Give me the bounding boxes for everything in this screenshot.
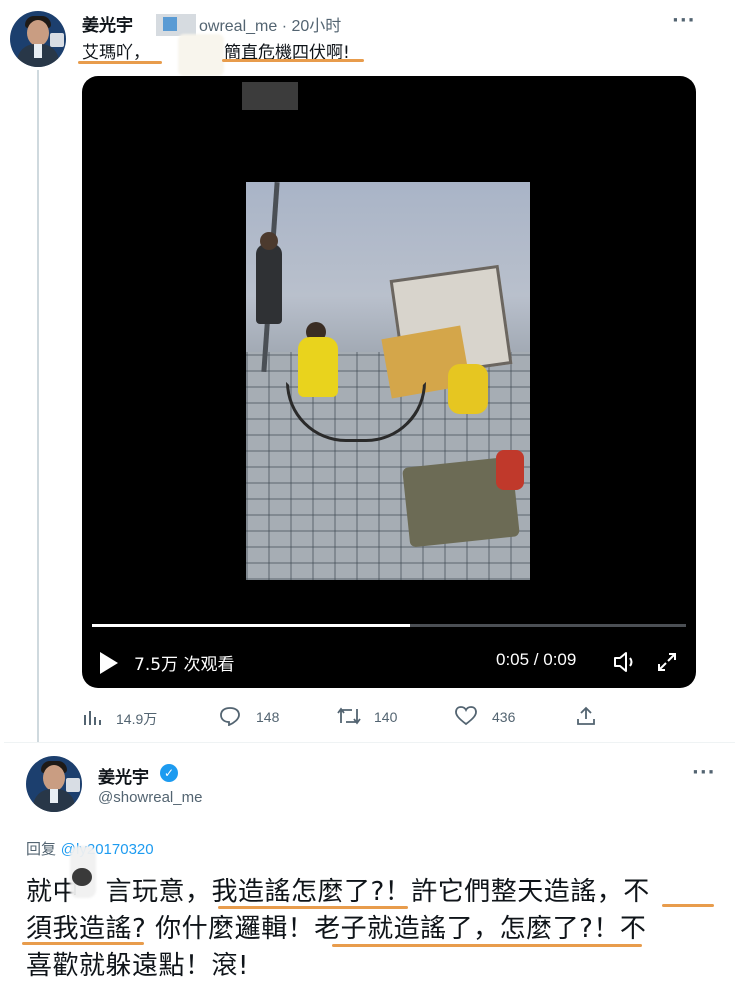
avatar-shirt <box>50 789 58 803</box>
avatar-shirt <box>34 44 42 58</box>
redaction-mark <box>72 868 92 886</box>
verified-badge-icon: ✓ <box>160 764 178 782</box>
analytics-icon[interactable] <box>82 707 102 727</box>
scene-worker <box>298 337 338 397</box>
video-progress-fill <box>92 624 410 627</box>
video-player[interactable]: 7.5万 次观看 0:05 / 0:09 <box>82 76 696 688</box>
reply-prefix: 回复 <box>26 840 57 858</box>
annotation-underline <box>22 942 144 945</box>
reply-more-options-icon[interactable]: ··· <box>692 762 716 783</box>
reply-icon[interactable] <box>219 706 241 726</box>
redaction-mark <box>242 82 298 110</box>
video-time: 0:05 / 0:09 <box>496 650 577 669</box>
like-count: 436 <box>492 709 516 725</box>
video-view-count: 7.5万 次观看 <box>134 655 235 675</box>
reply-author-name[interactable]: 姜光宇 <box>98 763 149 788</box>
scene-person-red <box>496 450 524 490</box>
retweet-count: 140 <box>374 709 398 725</box>
avatar[interactable] <box>10 11 66 67</box>
author-name[interactable]: 姜光宇 <box>82 11 133 36</box>
annotation-underline <box>662 904 714 907</box>
scene-worker <box>448 364 488 414</box>
annotation-underline <box>332 944 642 947</box>
annotation-underline <box>78 61 162 64</box>
thread-line <box>37 70 39 742</box>
tweet-text-part1: 艾瑪吖， <box>82 43 150 63</box>
author-handle-time[interactable]: owreal_me · 20小时 <box>199 12 341 36</box>
scene-person <box>256 244 282 324</box>
reply-avatar[interactable] <box>26 756 82 812</box>
avatar-badge <box>50 33 64 47</box>
reply-author-handle[interactable]: @showreal_me <box>98 789 202 806</box>
avatar-badge <box>66 778 80 792</box>
scene-person-head <box>260 232 278 250</box>
like-icon[interactable] <box>455 706 477 726</box>
video-frame <box>246 182 530 580</box>
redaction-mark <box>163 17 177 31</box>
avatar-face <box>43 765 65 791</box>
play-icon[interactable] <box>100 652 118 674</box>
fullscreen-icon[interactable] <box>655 650 679 674</box>
redaction-mark <box>178 34 224 76</box>
share-icon[interactable] <box>576 705 596 727</box>
view-count: 14.9万 <box>116 711 158 727</box>
annotation-underline <box>222 59 364 62</box>
retweet-icon[interactable] <box>336 705 362 727</box>
reply-text-line-3: 喜歡就躲遠點！滾! <box>26 951 249 981</box>
annotation-underline <box>218 906 408 909</box>
volume-icon[interactable] <box>612 650 638 674</box>
more-options-icon[interactable]: ··· <box>672 10 696 31</box>
reply-count: 148 <box>256 709 280 725</box>
avatar-face <box>27 20 49 46</box>
